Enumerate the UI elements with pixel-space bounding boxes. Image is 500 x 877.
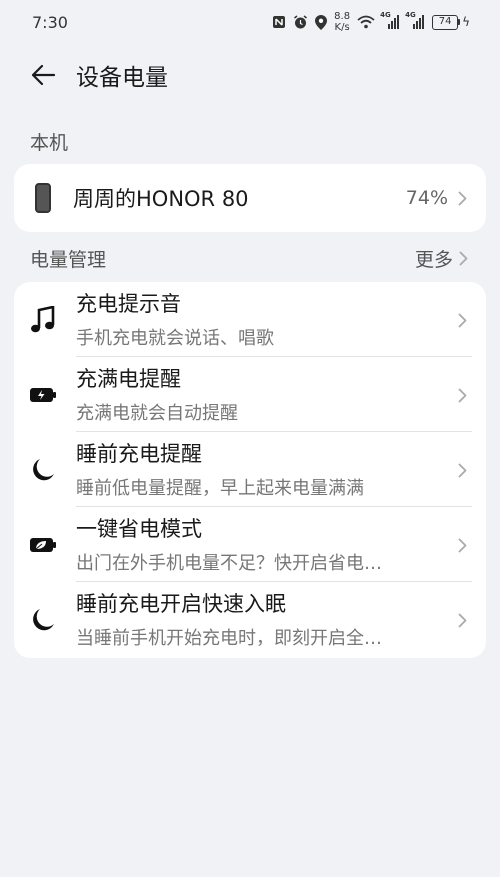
chevron-right-icon — [458, 612, 470, 628]
status-time: 7:30 — [32, 12, 68, 32]
section-label-power-management: 电量管理 — [30, 249, 107, 271]
list-item-power-saving-mode[interactable]: 一键省电模式 出门在外手机电量不足？快开启省电… — [14, 507, 486, 582]
cell-signal-1-tag: 4G — [380, 11, 391, 19]
network-speed: 8.8 K/s — [334, 11, 350, 33]
chevron-right-icon — [458, 537, 470, 553]
page-title: 设备电量 — [76, 65, 168, 91]
chevron-right-icon — [458, 312, 470, 328]
back-arrow-icon — [31, 64, 56, 86]
device-battery-row[interactable]: 周周的HONOR 80 74% — [14, 164, 486, 232]
more-label: 更多 — [414, 249, 453, 271]
chevron-right-icon — [458, 462, 470, 478]
list-item-bedtime-charge-reminder[interactable]: 睡前充电提醒 睡前低电量提醒，早上起来电量满满 — [14, 432, 486, 507]
chevron-right-icon — [459, 251, 468, 266]
battery-level: 74 — [432, 14, 459, 30]
status-icons: 8.8 K/s 4G 4G 74 ϟ — [272, 11, 470, 33]
charging-bolt-icon: ϟ — [462, 15, 470, 29]
moon-icon — [28, 605, 58, 635]
battery-leaf-icon — [28, 530, 58, 560]
section-label-this-device: 本机 — [30, 132, 69, 154]
more-link[interactable]: 更多 — [415, 245, 468, 272]
list-item-subtitle: 出门在外手机电量不足？快开启省电… — [76, 553, 382, 574]
list-item-title: 充满电提醒 — [76, 367, 181, 391]
list-item-bedtime-charge-sleep[interactable]: 睡前充电开启快速入眠 当睡前手机开始充电时，即刻开启全… — [14, 582, 486, 657]
network-speed-value: 8.8 — [334, 11, 351, 22]
cell-signal-2: 4G — [405, 11, 425, 29]
list-item-texts: 充满电提醒 充满电就会自动提醒 — [76, 357, 472, 432]
status-bar: 7:30 8.8 K/s 4G 4G 74 ϟ — [0, 0, 500, 44]
cell-signal-1: 4G — [380, 11, 400, 29]
list-item-subtitle: 手机充电就会说话、唱歌 — [76, 328, 274, 349]
list-item-title: 睡前充电提醒 — [76, 442, 202, 466]
alarm-icon — [293, 14, 308, 30]
list-item-subtitle: 当睡前手机开始充电时，即刻开启全… — [76, 628, 382, 649]
location-icon — [315, 14, 328, 30]
device-battery-percent: 74% — [405, 187, 448, 209]
battery-charging-icon — [28, 380, 58, 410]
list-item-texts: 充电提示音 手机充电就会说话、唱歌 — [76, 282, 472, 357]
phone-icon — [35, 183, 51, 213]
list-item-charging-sound[interactable]: 充电提示音 手机充电就会说话、唱歌 — [14, 282, 486, 357]
nfc-icon — [272, 15, 286, 29]
list-item-texts: 睡前充电开启快速入眠 当睡前手机开始充电时，即刻开启全… — [76, 582, 472, 657]
list-item-title: 睡前充电开启快速入眠 — [76, 592, 286, 616]
back-button[interactable] — [13, 52, 73, 98]
wifi-icon — [357, 15, 375, 29]
list-item-texts: 睡前充电提醒 睡前低电量提醒，早上起来电量满满 — [76, 432, 472, 507]
list-item-title: 一键省电模式 — [76, 517, 202, 541]
list-item-subtitle: 充满电就会自动提醒 — [76, 403, 238, 424]
power-management-list: 充电提示音 手机充电就会说话、唱歌 充满电提醒 充满电就会自动提醒 睡前充电提醒… — [14, 282, 486, 658]
music-note-icon — [28, 305, 58, 335]
list-item-full-charge-reminder[interactable]: 充满电提醒 充满电就会自动提醒 — [14, 357, 486, 432]
device-name: 周周的HONOR 80 — [73, 187, 249, 211]
list-item-texts: 一键省电模式 出门在外手机电量不足？快开启省电… — [76, 507, 472, 582]
chevron-right-icon — [458, 190, 470, 206]
cell-signal-2-tag: 4G — [405, 11, 416, 19]
battery-nub — [458, 19, 461, 25]
app-header: 设备电量 — [0, 52, 500, 98]
battery-indicator: 74 ϟ — [432, 14, 470, 30]
network-speed-unit: K/s — [334, 22, 350, 33]
list-item-subtitle: 睡前低电量提醒，早上起来电量满满 — [76, 478, 364, 499]
moon-icon — [28, 455, 58, 485]
chevron-right-icon — [458, 387, 470, 403]
list-item-title: 充电提示音 — [76, 292, 181, 316]
